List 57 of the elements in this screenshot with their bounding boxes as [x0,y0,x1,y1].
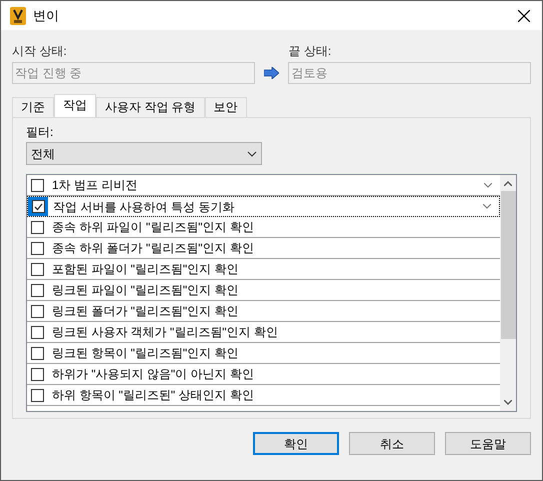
checkbox[interactable] [30,346,44,360]
action-row[interactable]: 종속 하위 파일이 "릴리즈됨"인지 확인 [27,217,500,238]
action-label: 링크된 항목이 "릴리즈됨"인지 확인 [52,345,240,362]
start-state-label: 시작 상태: [12,43,68,60]
scroll-down-icon[interactable] [504,400,512,405]
action-label: 1차 범프 리비전 [52,177,138,194]
checkbox[interactable] [30,242,44,254]
action-row[interactable]: 링크된 항목이 "릴리즈됨"인지 확인 [27,343,500,364]
dialog-button[interactable]: 확인 [253,432,339,455]
action-row[interactable]: 하위 항목이 "릴리즈된" 상태인지 확인 [27,385,500,406]
tab[interactable]: 사용자 작업 유형 [96,97,205,117]
scroll-up-icon[interactable] [504,181,512,186]
action-label: 링크된 사용자 객체가 "릴리즈됨"인지 확인 [52,324,279,341]
start-state-field: 작업 진행 중 [12,62,255,84]
tab[interactable]: 보안 [204,97,247,117]
action-row[interactable]: 링크된 파일이 "릴리즈됨"인지 확인 [27,280,500,301]
action-row[interactable]: 포함된 파일이 "릴리즈됨"인지 확인 [27,259,500,280]
action-row[interactable]: 작업 서버를 사용하여 특성 동기화 [27,196,500,217]
filter-label: 필터: [26,124,54,141]
action-label: 링크된 폴더가 "릴리즈됨"인지 확인 [52,303,240,320]
dialog-button[interactable]: 도움말 [445,432,531,455]
expand-icon[interactable] [483,204,491,209]
chevron-down-icon [247,150,257,156]
close-icon[interactable] [518,10,530,22]
action-label: 작업 서버를 사용하여 특성 동기화 [53,198,236,216]
action-label: 링크된 파일이 "릴리즈됨"인지 확인 [52,282,240,299]
checkbox[interactable] [30,388,44,402]
dialog-button[interactable]: 취소 [349,432,435,455]
action-label: 하위 항목이 "릴리즈된" 상태인지 확인 [52,387,255,404]
checkbox[interactable] [30,326,44,338]
checkbox[interactable] [30,178,44,192]
action-row[interactable]: 링크된 사용자 객체가 "릴리즈됨"인지 확인 [27,322,500,343]
action-label: 포함된 파일이 "릴리즈됨"인지 확인 [52,261,240,278]
scroll-thumb[interactable] [500,191,516,339]
checkbox[interactable] [30,220,44,234]
tab[interactable]: 기준 [12,97,54,117]
checkbox[interactable] [30,262,44,276]
right-arrow-icon [264,67,280,79]
action-row[interactable]: 종속 하위 폴더가 "릴리즈됨"인지 확인 [27,238,500,259]
action-row[interactable]: 링크된 폴더가 "릴리즈됨"인지 확인 [27,301,500,322]
checkbox[interactable] [30,284,44,296]
scrollbar[interactable] [500,175,516,411]
action-label: 종속 하위 폴더가 "릴리즈됨"인지 확인 [52,240,255,257]
tab[interactable]: 작업 [54,94,96,117]
filter-dropdown[interactable]: 전체 [26,142,262,165]
action-label: 종속 하위 파일이 "릴리즈됨"인지 확인 [52,219,255,236]
action-row[interactable]: 하위가 "사용되지 않음"이 아닌지 확인 [27,364,500,385]
checkbox[interactable] [30,368,44,380]
end-state-field: 검토용 [288,62,531,84]
checkbox[interactable] [32,200,44,213]
end-state-label: 끝 상태: [288,43,332,60]
app-icon [10,6,26,24]
checkbox[interactable] [30,304,44,318]
expand-icon[interactable] [484,182,492,188]
action-label: 하위가 "사용되지 않음"이 아닌지 확인 [52,366,255,383]
action-row[interactable]: 1차 범프 리비전 [27,175,500,196]
window-title: 변이 [33,6,59,25]
